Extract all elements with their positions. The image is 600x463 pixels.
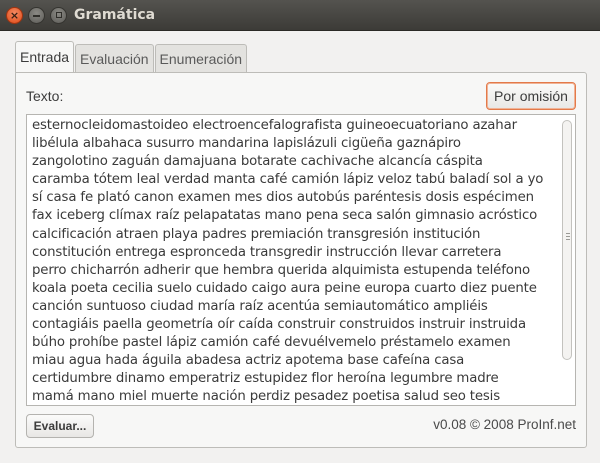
text-area[interactable]: esternocleidomastoideo electroencefalogr… bbox=[26, 114, 576, 406]
close-button[interactable]: × bbox=[6, 7, 23, 24]
text-line: mamá mano miel muerte nación perdiz pesa… bbox=[32, 389, 501, 405]
default-text-button[interactable]: Por omisión bbox=[486, 82, 576, 110]
text-line: caramba tótem leal verdad manta café cam… bbox=[32, 172, 544, 188]
maximize-icon bbox=[55, 12, 62, 18]
tab-panel-entrada: Texto: Por omisión esternocleidomastoide… bbox=[15, 72, 587, 448]
evaluate-button[interactable]: Evaluar... bbox=[26, 414, 94, 438]
text-label: Texto: bbox=[26, 88, 64, 104]
scrollbar-grip-icon bbox=[566, 233, 570, 241]
tab-entrada[interactable]: Entrada bbox=[15, 41, 75, 72]
tab-bar: Entrada Evaluación Enumeración bbox=[15, 41, 248, 72]
text-line: sí casa fe plató canon examen mes dios a… bbox=[32, 190, 534, 206]
text-line: fax iceberg clímax raíz pelapatatas mano… bbox=[32, 208, 538, 224]
text-content[interactable]: esternocleidomastoideo electroencefalogr… bbox=[32, 117, 557, 405]
text-line: libélula albahaca susurro mandarina lapi… bbox=[32, 136, 461, 152]
text-line: constitución entrega espronceda transgre… bbox=[32, 244, 502, 260]
version-info: v0.08 © 2008 ProInf.net bbox=[433, 417, 576, 432]
text-line: calcificación atraen playa padres premia… bbox=[32, 226, 481, 242]
text-line: zangolotino zaguán damajuana botarate ca… bbox=[32, 154, 483, 170]
text-line: perro chicharrón adherir que hembra quer… bbox=[32, 262, 530, 278]
text-line: canción suntuoso ciudad maría raíz acent… bbox=[32, 298, 488, 314]
vertical-scrollbar[interactable] bbox=[562, 120, 572, 401]
minimize-icon bbox=[33, 15, 40, 17]
scrollbar-thumb[interactable] bbox=[562, 120, 572, 360]
text-line: contagiáis paella geometría oír caída co… bbox=[32, 317, 526, 333]
title-bar: × Gramática bbox=[0, 0, 600, 31]
text-line: esternocleidomastoideo electroencefalogr… bbox=[32, 118, 517, 133]
close-icon: × bbox=[9, 9, 20, 22]
minimize-button[interactable] bbox=[28, 7, 45, 24]
window-title: Gramática bbox=[74, 7, 156, 23]
text-line: certidumbre dinamo emperatriz estupidez … bbox=[32, 371, 499, 387]
tab-enumeracion[interactable]: Enumeración bbox=[154, 44, 248, 72]
text-line: búho prohíbe pastel lápiz camión café de… bbox=[32, 335, 511, 351]
maximize-button[interactable] bbox=[50, 7, 67, 24]
text-line: koala poeta cecilia suelo cuidado caigo … bbox=[32, 280, 537, 296]
tab-evaluacion[interactable]: Evaluación bbox=[75, 44, 154, 72]
text-line: miau agua hada águila abadesa actriz apo… bbox=[32, 353, 465, 369]
